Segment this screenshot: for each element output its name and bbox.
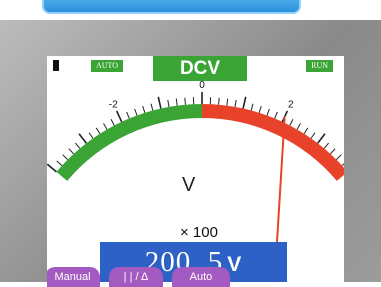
scale-tick	[336, 155, 341, 160]
scale-tick	[63, 155, 68, 160]
meter-unit-label: V	[182, 174, 195, 197]
meter-screen: AUTO RUN DCV -4-2024 V × 100 200. 5V Man…	[47, 56, 344, 287]
scale-tick	[96, 128, 100, 134]
scale-tick	[79, 134, 86, 144]
scale-tick	[330, 149, 335, 154]
scale-tick	[176, 99, 177, 106]
scale-tick	[267, 109, 269, 116]
scale-label: 0	[199, 80, 205, 91]
scale-tick	[251, 104, 253, 111]
negative-scale-band	[56, 104, 202, 181]
manual-softkey[interactable]: Manual	[47, 267, 100, 287]
scale-tick	[259, 106, 261, 113]
scale-tick	[57, 161, 62, 166]
positive-scale-band	[202, 104, 344, 181]
scale-tick	[227, 99, 228, 106]
scale-label: -2	[109, 100, 118, 111]
scale-tick	[318, 134, 325, 144]
scale-tick	[151, 104, 153, 111]
scale-tick	[89, 133, 93, 139]
scale-tick	[117, 111, 122, 122]
scale-label: 2	[288, 100, 294, 111]
scale-tick	[297, 123, 301, 129]
scale-tick	[47, 164, 56, 172]
relative-softkey[interactable]: | | / Δ	[109, 267, 163, 287]
top-banner	[42, 0, 301, 14]
scale-tick	[135, 109, 137, 116]
scale-tick	[342, 161, 344, 166]
scale-tick	[304, 128, 308, 134]
readout-unit: V	[227, 253, 242, 276]
scale-tick	[235, 100, 236, 107]
scale-tick	[111, 119, 114, 125]
scale-tick	[69, 149, 74, 154]
auto-softkey[interactable]: Auto	[172, 267, 230, 287]
scale-tick	[75, 143, 79, 148]
scale-tick	[275, 112, 278, 118]
scale-tick	[127, 112, 130, 118]
scale-tick	[104, 123, 108, 129]
scale-tick	[143, 106, 145, 113]
scale-tick	[219, 98, 220, 105]
scale-tick	[243, 97, 246, 109]
scale-tick	[324, 143, 328, 148]
scale-multiplier: × 100	[180, 224, 218, 241]
scale-tick	[158, 97, 161, 109]
scale-tick	[168, 100, 169, 107]
scale-tick	[185, 98, 186, 105]
scale-tick	[290, 119, 293, 125]
device-bezel: AUTO RUN DCV -4-2024 V × 100 200. 5V Man…	[0, 20, 381, 282]
scale-tick	[311, 133, 315, 139]
